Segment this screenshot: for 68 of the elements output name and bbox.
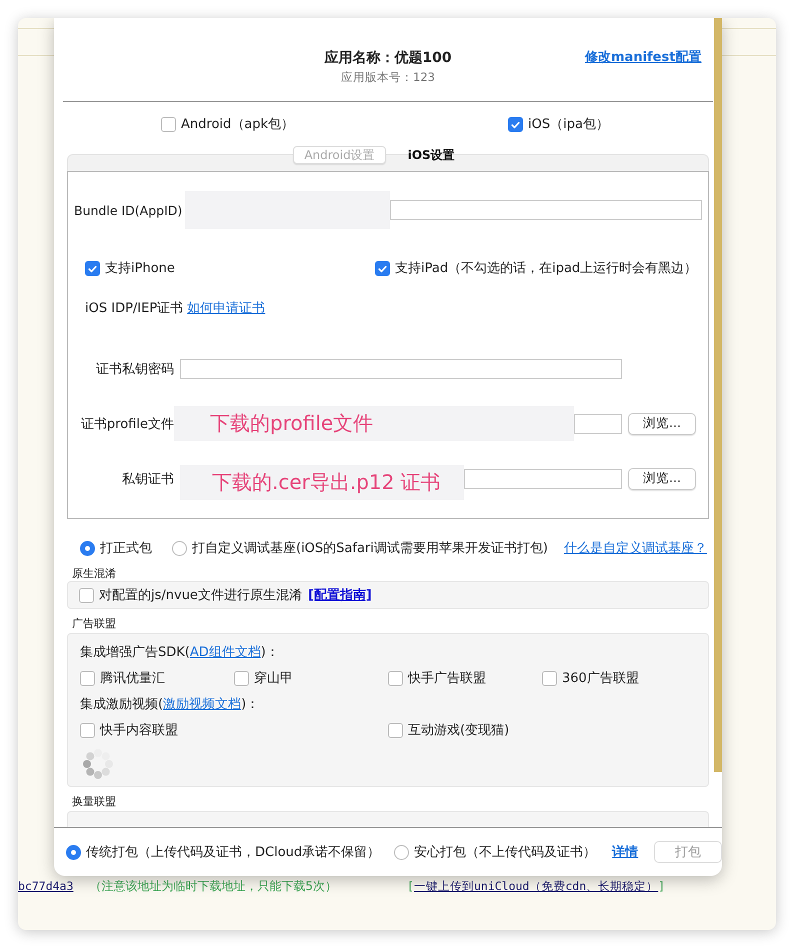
section-title: 广告联盟 — [72, 617, 116, 630]
radio-button[interactable] — [66, 844, 81, 860]
device-label: 支持iPhone — [105, 260, 175, 277]
radio-button[interactable] — [394, 844, 410, 860]
browse-button[interactable]: 浏览... — [628, 468, 696, 490]
cert-help-link[interactable]: 如何申请证书 — [187, 299, 266, 317]
option-label: 穿山甲 — [254, 670, 293, 687]
download-note: （注意该地址为临时下载地址，只能下载5次） — [89, 878, 338, 894]
device-label: 支持iPad（不勾选的话，在ipad上运行时会有黑边） — [395, 260, 698, 277]
checkbox[interactable] — [388, 670, 403, 686]
section-title: 换量联盟 — [72, 795, 116, 808]
manifest-link[interactable]: 修改manifest配置 — [585, 48, 702, 68]
option-label: 对配置的js/nvue文件进行原生混淆 — [99, 587, 302, 604]
upload-link[interactable]: 一键上传到uniCloud（免费cdn、长期稳定） — [414, 878, 658, 894]
scroll-bar[interactable] — [714, 18, 722, 772]
pack-mode-label: 传统打包（上传代码及证书，DCloud承诺不保留） — [86, 844, 380, 861]
bundle-id-field[interactable] — [390, 200, 702, 220]
checkbox[interactable] — [80, 722, 95, 738]
checkbox[interactable] — [388, 722, 403, 738]
details-link[interactable]: 详情 — [612, 843, 638, 861]
section-text: 集成增强广告SDK(AD组件文档)： — [80, 644, 279, 661]
guide-link[interactable]: [配置指南] — [308, 586, 372, 604]
bracket-text: ] — [658, 879, 666, 893]
app-name: 应用名称：优题100 — [324, 48, 452, 68]
option-label: 腾讯优量汇 — [100, 670, 165, 687]
checkbox[interactable] — [234, 670, 249, 686]
annotation-text: 下载的profile文件 — [210, 410, 374, 437]
checkbox[interactable] — [542, 670, 557, 686]
app-version: 应用版本号：123 — [341, 69, 435, 85]
field-label: Bundle ID(AppID) — [73, 202, 184, 218]
field-label: 证书profile文件 — [80, 416, 175, 432]
radio-button[interactable] — [80, 540, 95, 556]
doc-link[interactable]: AD组件文档 — [190, 645, 261, 660]
section-text: 集成激励视频(激励视频文档)： — [80, 696, 260, 713]
checkmark-icon — [88, 265, 97, 272]
platform-label: iOS（ipa包） — [528, 116, 609, 133]
cert-label: iOS IDP/IEP证书 — [85, 300, 184, 317]
checkmark-icon — [378, 265, 387, 272]
option-label: 快手内容联盟 — [100, 722, 178, 739]
file-path-field[interactable] — [574, 414, 622, 434]
radio-button[interactable] — [172, 540, 187, 556]
browse-button[interactable]: 浏览... — [628, 412, 696, 434]
section-title: 原生混淆 — [72, 567, 116, 580]
doc-link[interactable]: 激励视频文档 — [163, 697, 242, 712]
checkbox[interactable] — [79, 588, 94, 602]
download-link[interactable]: bc77d4a3 — [18, 879, 74, 893]
option-label: 互动游戏(变现猫) — [408, 722, 510, 739]
checkmark-icon — [511, 121, 520, 128]
pack-mode-label: 安心打包（不上传代码及证书） — [414, 844, 596, 861]
build-type-label: 打自定义调试基座(iOS的Safari调试需要用苹果开发证书打包) — [192, 540, 548, 557]
bracket-text: [ — [407, 879, 414, 893]
annotation-text: 下载的.cer导出.p12 证书 — [212, 469, 441, 496]
field-label: 私钥证书 — [121, 470, 175, 488]
option-label: 快手广告联盟 — [408, 670, 486, 687]
loading-spinner-icon — [82, 748, 114, 780]
file-path-field[interactable] — [464, 468, 622, 488]
platform-label: Android（apk包） — [181, 116, 294, 133]
checkbox[interactable] — [80, 670, 95, 686]
settings-tab[interactable]: iOS设置 — [398, 146, 465, 164]
checkbox[interactable] — [161, 116, 176, 132]
password-field[interactable] — [180, 359, 622, 379]
help-link[interactable]: 什么是自定义调试基座？ — [564, 539, 707, 557]
field-label: 证书私钥密码 — [95, 361, 175, 378]
checkbox[interactable] — [375, 260, 390, 276]
option-label: 360广告联盟 — [562, 670, 639, 687]
build-type-label: 打正式包 — [100, 540, 152, 557]
checkbox[interactable] — [85, 260, 100, 276]
checkbox[interactable] — [508, 116, 523, 132]
